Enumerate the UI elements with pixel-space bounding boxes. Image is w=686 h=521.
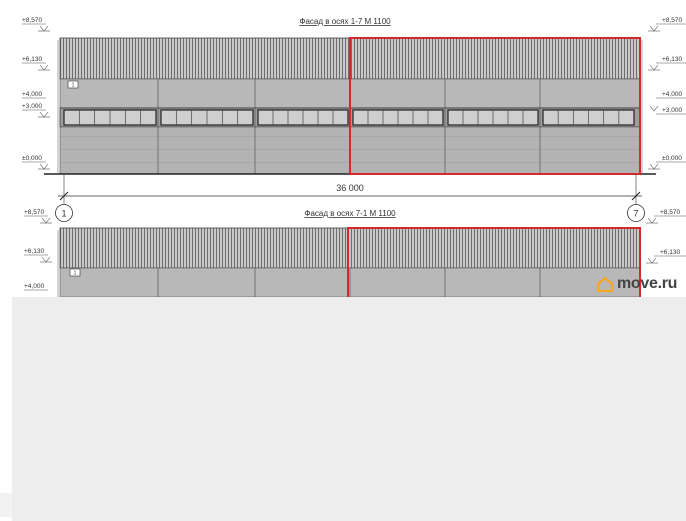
svg-text:+6,130: +6,130 bbox=[24, 248, 44, 255]
svg-text:+4,000: +4,000 bbox=[24, 283, 44, 290]
axis-right-label: 7 bbox=[633, 209, 638, 219]
facade-bottom: Фасад в осях 7-1 М 1100 1 +8,570 +6,130 … bbox=[24, 209, 686, 304]
svg-text:+8,570: +8,570 bbox=[22, 17, 42, 24]
dimension-value: 36 000 bbox=[336, 183, 364, 193]
facade-top: Фасад в осях 1-7 М 1100 1 +8,570 +6,130 bbox=[22, 17, 686, 175]
svg-text:+6,130: +6,130 bbox=[662, 56, 682, 63]
levels-left: +8,570 +6,130 +4,000 +3,000 ±0,000 bbox=[22, 17, 59, 174]
roof-corrugated bbox=[59, 227, 641, 269]
svg-text:+8,570: +8,570 bbox=[660, 209, 680, 216]
svg-text:+6,130: +6,130 bbox=[660, 249, 680, 256]
image-placeholder-panel bbox=[12, 297, 686, 521]
svg-text:+4,000: +4,000 bbox=[662, 91, 682, 98]
levels-left: +8,570 +6,130 +4,000 bbox=[24, 209, 59, 297]
level-mark: +6,130 bbox=[646, 249, 686, 264]
dimension-line: 36 000 bbox=[58, 174, 642, 206]
side-chip bbox=[0, 493, 12, 517]
svg-text:+3,000: +3,000 bbox=[22, 103, 42, 110]
marker-label: 1 bbox=[72, 83, 75, 89]
level-mark: +3,000 bbox=[649, 105, 686, 115]
level-mark: ±0,000 bbox=[22, 155, 50, 170]
svg-text:±0,000: ±0,000 bbox=[662, 155, 682, 162]
watermark-text: move.ru bbox=[617, 275, 678, 292]
axis-marker-1: 1 bbox=[55, 204, 73, 222]
levels-right: +8,570 +6,130 bbox=[646, 209, 686, 264]
level-mark: +4,000 bbox=[22, 91, 46, 99]
facade-bottom-title: Фасад в осях 7-1 М 1100 bbox=[304, 209, 396, 218]
level-mark: +6,130 bbox=[648, 56, 686, 71]
facade-top-title: Фасад в осях 1-7 М 1100 bbox=[299, 17, 391, 26]
svg-text:+3,000: +3,000 bbox=[662, 107, 682, 114]
level-mark: +4,000 bbox=[656, 91, 686, 99]
axis-left-label: 1 bbox=[61, 209, 66, 219]
level-mark: +8,570 bbox=[648, 17, 686, 32]
level-mark: +6,130 bbox=[24, 248, 52, 263]
svg-text:+6,130: +6,130 bbox=[22, 56, 42, 63]
svg-text:+8,570: +8,570 bbox=[662, 17, 682, 24]
svg-text:±0,000: ±0,000 bbox=[22, 155, 42, 162]
levels-right: +8,570 +6,130 +4,000 +3,000 ±0,000 bbox=[641, 17, 686, 174]
level-mark: +3,000 bbox=[22, 103, 50, 118]
svg-text:+8,570: +8,570 bbox=[24, 209, 44, 216]
level-mark: +6,130 bbox=[22, 56, 50, 71]
level-mark: ±0,000 bbox=[648, 155, 686, 170]
svg-text:+4,000: +4,000 bbox=[22, 91, 42, 98]
level-mark: +8,570 bbox=[22, 17, 50, 32]
level-mark: +4,000 bbox=[24, 283, 48, 291]
house-icon bbox=[596, 276, 614, 292]
watermark: move.ru bbox=[596, 273, 686, 295]
level-mark: +8,570 bbox=[24, 209, 52, 224]
axis-marker-7: 7 bbox=[627, 204, 645, 222]
level-mark: +8,570 bbox=[646, 209, 686, 224]
marker-label: 1 bbox=[74, 271, 77, 277]
